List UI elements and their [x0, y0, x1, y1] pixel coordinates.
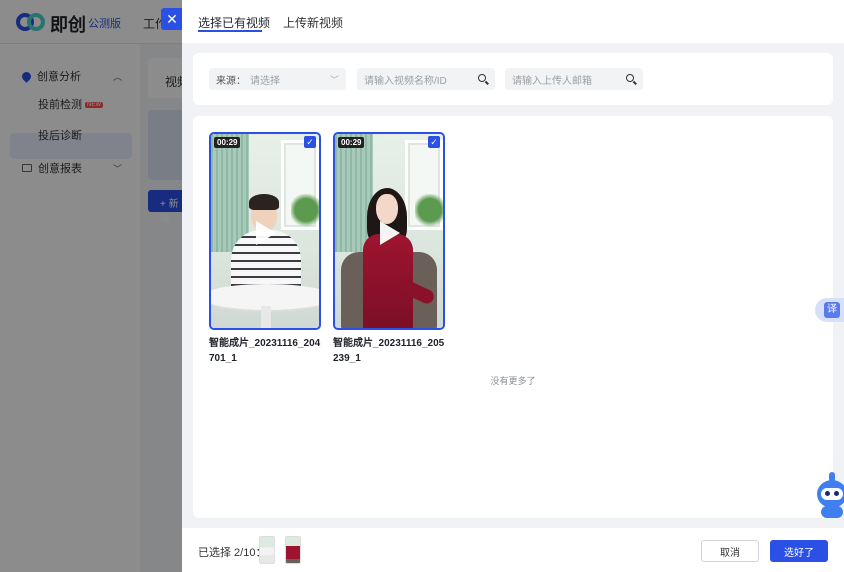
cancel-button[interactable]: 取消: [701, 540, 759, 562]
selected-count: 已选择 2/10：: [198, 547, 267, 559]
video-list: 00:29 ✓ 智能成片_20231116_204701_1 00:29 ✓ 智…: [193, 116, 833, 518]
video-thumbnail[interactable]: 00:29 ✓: [333, 132, 445, 330]
search-icon[interactable]: [478, 74, 488, 84]
video-title: 智能成片_20231116_204701_1: [209, 338, 321, 364]
close-drawer-button[interactable]: ✕: [161, 8, 183, 30]
uploader-email-search-input[interactable]: 请输入上传人邮箱: [505, 68, 643, 90]
search-icon[interactable]: [626, 74, 636, 84]
translate-button[interactable]: 译: [815, 298, 844, 322]
selected-checkbox[interactable]: ✓: [428, 136, 440, 148]
video-card[interactable]: 00:29 ✓ 智能成片_20231116_205239_1: [333, 132, 445, 366]
video-thumbnail[interactable]: 00:29 ✓: [209, 132, 321, 330]
check-icon: ✓: [306, 137, 314, 147]
source-select[interactable]: 来源： 请选择 ﹀: [209, 68, 346, 90]
video-card[interactable]: 00:29 ✓ 智能成片_20231116_204701_1: [209, 132, 321, 366]
check-icon: ✓: [430, 137, 438, 147]
tab-bar: 选择已有视频 上传新视频: [182, 0, 844, 43]
assistant-robot-icon[interactable]: [813, 472, 844, 520]
drawer-footer: 已选择 2/10： 取消 选好了: [182, 528, 844, 572]
no-more-text: 没有更多了: [490, 376, 536, 386]
active-tab-indicator: [198, 30, 262, 32]
tab-select-existing[interactable]: 选择已有视频: [198, 14, 270, 31]
video-title: 智能成片_20231116_205239_1: [333, 338, 445, 364]
selected-thumbnail[interactable]: [285, 536, 301, 564]
translate-icon: 译: [824, 302, 840, 318]
play-icon[interactable]: [256, 221, 276, 245]
video-name-search-input[interactable]: 请输入视频名称/ID: [357, 68, 495, 90]
play-icon[interactable]: [380, 221, 400, 245]
selected-checkbox[interactable]: ✓: [304, 136, 316, 148]
confirm-button[interactable]: 选好了: [770, 540, 828, 562]
filter-bar: 来源： 请选择 ﹀ 请输入视频名称/ID 请输入上传人邮箱: [193, 53, 833, 105]
duration-badge: 00:29: [338, 137, 365, 148]
video-select-drawer: 选择已有视频 上传新视频 来源： 请选择 ﹀ 请输入视频名称/ID 请输入上传人…: [182, 0, 844, 572]
tab-upload-new[interactable]: 上传新视频: [283, 14, 343, 31]
selected-thumbnail[interactable]: [259, 536, 275, 564]
chevron-down-icon: ﹀: [329, 74, 339, 85]
close-icon: ✕: [166, 10, 178, 27]
duration-badge: 00:29: [214, 137, 241, 148]
